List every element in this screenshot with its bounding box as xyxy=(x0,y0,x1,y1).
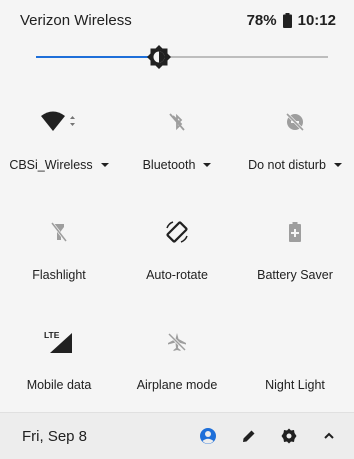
tile-auto-rotate-label[interactable]: Auto-rotate xyxy=(146,268,208,282)
tile-wifi[interactable]: CBSi_Wireless xyxy=(0,96,118,196)
chevron-down-icon[interactable] xyxy=(100,163,109,167)
tile-airplane-mode-label[interactable]: Airplane mode xyxy=(137,378,218,392)
tile-flashlight-label[interactable]: Flashlight xyxy=(32,268,86,282)
tile-bluetooth-label[interactable]: Bluetooth xyxy=(143,158,212,172)
battery-saver-icon xyxy=(265,212,325,252)
account-circle-icon xyxy=(200,428,216,444)
wifi-icon xyxy=(29,102,89,142)
chevron-up-icon xyxy=(324,432,334,439)
airplane-mode-icon xyxy=(147,322,207,362)
status-right: 78% 10:12 xyxy=(247,12,336,29)
tile-auto-rotate[interactable]: Auto-rotate xyxy=(118,206,236,306)
tile-mobile-data-label[interactable]: Mobile data xyxy=(27,378,92,392)
chevron-down-icon[interactable] xyxy=(333,163,342,167)
brightness-fill xyxy=(36,56,159,58)
battery-percent: 78% xyxy=(246,11,277,29)
tile-do-not-disturb[interactable]: Do not disturb xyxy=(236,96,354,196)
lte-badge: LTE xyxy=(44,330,60,340)
edit-button[interactable] xyxy=(238,425,260,447)
pencil-icon xyxy=(243,430,255,442)
bluetooth-off-icon xyxy=(147,102,207,142)
carrier-name: Verizon Wireless xyxy=(20,11,132,29)
tile-night-light-label[interactable]: Night Light xyxy=(265,378,325,392)
flashlight-off-icon xyxy=(29,212,89,252)
brightness-icon xyxy=(146,45,171,69)
tile-battery-saver-label[interactable]: Battery Saver xyxy=(257,268,333,282)
status-bar: Verizon Wireless 78% 10:12 xyxy=(0,0,354,40)
mobile-data-lte-icon: LTE xyxy=(29,322,89,362)
settings-button[interactable] xyxy=(278,425,300,447)
brightness-slider[interactable] xyxy=(36,45,328,69)
tile-mobile-data[interactable]: LTE Mobile data xyxy=(0,316,118,416)
gear-icon xyxy=(281,428,297,444)
clock: 10:12 xyxy=(297,11,336,29)
auto-rotate-icon xyxy=(147,212,207,252)
tile-airplane-mode[interactable]: Airplane mode xyxy=(118,316,236,416)
do-not-disturb-off-icon xyxy=(265,102,325,142)
tile-dnd-label[interactable]: Do not disturb xyxy=(248,158,342,172)
brightness-thumb[interactable] xyxy=(146,44,172,70)
night-light-icon xyxy=(265,322,325,362)
tile-battery-saver[interactable]: Battery Saver xyxy=(236,206,354,306)
tile-flashlight[interactable]: Flashlight xyxy=(0,206,118,306)
tile-night-light[interactable]: Night Light xyxy=(236,316,354,416)
tile-wifi-label[interactable]: CBSi_Wireless xyxy=(9,158,109,172)
user-switcher-button[interactable] xyxy=(197,425,219,447)
date-label: Fri, Sep 8 xyxy=(22,427,88,445)
battery-icon xyxy=(282,12,292,28)
chevron-down-icon[interactable] xyxy=(203,163,212,167)
tile-bluetooth[interactable]: Bluetooth xyxy=(118,96,236,196)
quick-settings-footer: Fri, Sep 8 xyxy=(0,412,354,459)
collapse-button[interactable] xyxy=(318,425,340,447)
